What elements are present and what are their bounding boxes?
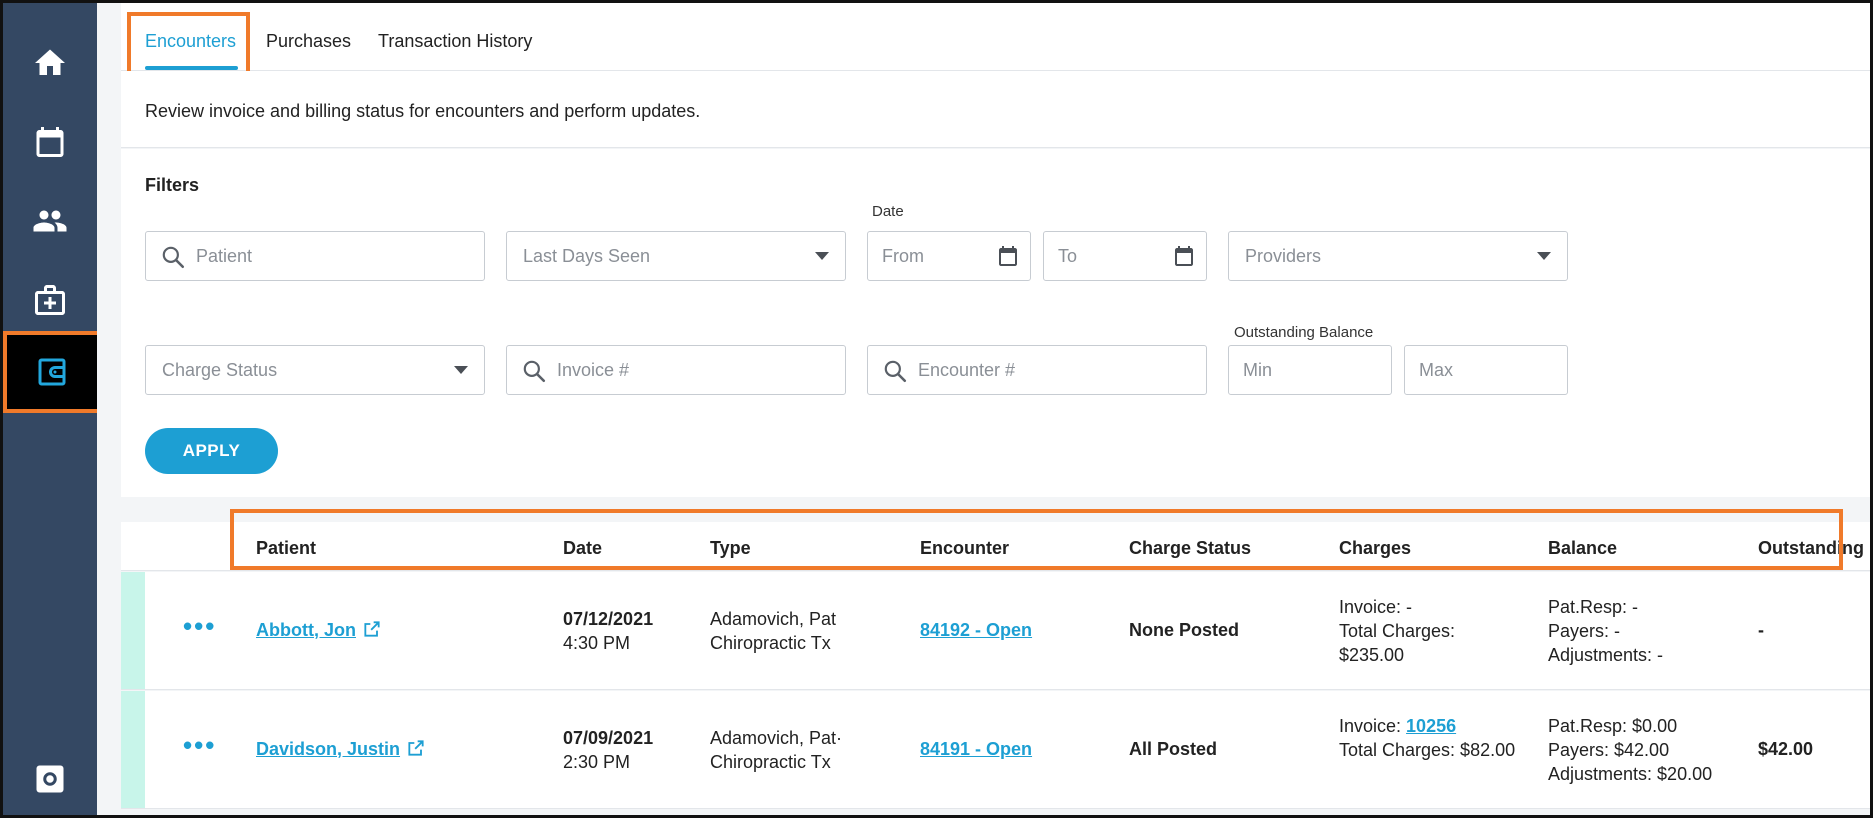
adjustments: Adjustments: $20.00 (1548, 764, 1713, 784)
medical-kit-icon (35, 285, 65, 315)
people-icon (33, 210, 67, 232)
type-service: Chiropractic Tx (710, 752, 831, 772)
encounter-time: 2:30 PM (563, 752, 631, 772)
nav-home[interactable] (3, 27, 97, 99)
total-charges: Total Charges: $82.00 (1339, 740, 1516, 760)
pat-resp: Pat.Resp: - (1548, 597, 1639, 617)
search-icon (162, 246, 185, 269)
nav-patients[interactable] (3, 185, 97, 257)
invoice-prefix: Invoice: (1339, 716, 1407, 736)
charge-status-label: Charge Status (162, 360, 278, 380)
min-placeholder: Min (1243, 360, 1273, 380)
tab-transaction-history[interactable]: Transaction History (378, 31, 532, 52)
row-status-stripe (121, 572, 145, 689)
highlight-box-header (230, 509, 1843, 570)
table-row: ••• Davidson, Justin 07/09/2021 2:30 PM … (121, 691, 1870, 809)
providers-label: Providers (1245, 246, 1322, 266)
charge-status: None Posted (1129, 620, 1240, 640)
total-charges-amount: $235.00 (1339, 645, 1405, 665)
to-placeholder: To (1058, 246, 1078, 266)
encounter-link[interactable]: 84191 - Open (920, 737, 1032, 761)
outstanding-balance-label: Outstanding Balance (1234, 324, 1374, 341)
date-to-input[interactable]: To (1043, 231, 1207, 281)
row-menu-icon[interactable]: ••• (183, 732, 216, 758)
encounter-link[interactable]: 84192 - Open (920, 618, 1032, 642)
type-service: Chiropractic Tx (710, 633, 831, 653)
patient-placeholder: Patient (196, 246, 253, 266)
invoice-value: Invoice: 10256 (1339, 714, 1456, 738)
patient-name[interactable]: Abbott, Jon (256, 620, 356, 640)
nav-settings[interactable] (3, 743, 97, 815)
payers: Payers: - (1548, 621, 1621, 641)
type-provider: Adamovich, Pat (710, 609, 837, 629)
nav-billing[interactable] (3, 331, 101, 413)
filters-title: Filters (145, 175, 200, 195)
nav-clinical[interactable] (3, 264, 97, 336)
calendar-icon (36, 127, 64, 157)
max-balance-input[interactable]: Max (1404, 345, 1568, 395)
encounter-date: 07/12/2021 (563, 609, 654, 629)
chevron-down-icon (815, 252, 829, 260)
charge-status: All Posted (1129, 739, 1218, 759)
row-menu-icon[interactable]: ••• (183, 613, 216, 639)
patient-search-input[interactable]: Patient (145, 231, 485, 281)
outstanding-value: - (1758, 620, 1764, 640)
min-balance-input[interactable]: Min (1228, 345, 1392, 395)
home-icon (35, 49, 65, 75)
invoice-search-input[interactable]: Invoice # (506, 345, 846, 395)
chevron-down-icon (454, 366, 468, 374)
type-provider: Adamovich, Pat· (710, 728, 843, 748)
calendar-icon[interactable] (1172, 244, 1196, 268)
external-link-icon[interactable] (362, 619, 382, 639)
payers: Payers: $42.00 (1548, 740, 1670, 760)
nav-calendar[interactable] (3, 106, 97, 178)
search-icon (523, 360, 546, 383)
patient-link[interactable]: Abbott, Jon (256, 618, 382, 642)
row-status-stripe (121, 691, 145, 808)
encounter-search-input[interactable]: Encounter # (867, 345, 1207, 395)
tab-bar: Encounters Purchases Transaction History (121, 3, 1870, 71)
encounter-date: 07/09/2021 (563, 728, 654, 748)
max-placeholder: Max (1419, 360, 1454, 380)
table-row: ••• Abbott, Jon 07/12/2021 4:30 PM Adamo… (121, 572, 1870, 690)
invoice-link[interactable]: 10256 (1406, 716, 1456, 736)
encounter-time: 4:30 PM (563, 633, 631, 653)
total-charges: Total Charges: (1339, 621, 1456, 641)
page-description: Review invoice and billing status for en… (145, 101, 701, 121)
last-days-seen-label: Last Days Seen (523, 246, 651, 266)
description-bar: Review invoice and billing status for en… (121, 71, 1870, 148)
gear-icon (36, 765, 64, 793)
sidebar (3, 3, 101, 815)
outstanding-value: $42.00 (1758, 739, 1814, 759)
invoice-placeholder: Invoice # (557, 360, 630, 380)
patient-name[interactable]: Davidson, Justin (256, 739, 400, 759)
encounter-placeholder: Encounter # (918, 360, 1016, 380)
date-label: Date (872, 203, 904, 220)
patient-link[interactable]: Davidson, Justin (256, 737, 426, 761)
tab-purchases[interactable]: Purchases (266, 31, 351, 52)
apply-button[interactable]: APPLY (145, 428, 278, 474)
last-days-seen-select[interactable]: Last Days Seen (506, 231, 846, 281)
filters-panel: Filters Patient Last Days Seen Date From… (121, 149, 1870, 497)
adjustments: Adjustments: - (1548, 645, 1664, 665)
invoice-value: Invoice: - (1339, 597, 1413, 617)
main-content: Encounters Purchases Transaction History… (97, 3, 1870, 815)
search-icon (884, 360, 907, 383)
calendar-icon[interactable] (996, 244, 1020, 268)
providers-select[interactable]: Providers (1228, 231, 1568, 281)
pat-resp: Pat.Resp: $0.00 (1548, 716, 1678, 736)
wallet-icon (38, 358, 66, 386)
date-from-input[interactable]: From (867, 231, 1031, 281)
from-placeholder: From (882, 246, 924, 266)
charge-status-select[interactable]: Charge Status (145, 345, 485, 395)
external-link-icon[interactable] (406, 738, 426, 758)
chevron-down-icon (1537, 252, 1551, 260)
